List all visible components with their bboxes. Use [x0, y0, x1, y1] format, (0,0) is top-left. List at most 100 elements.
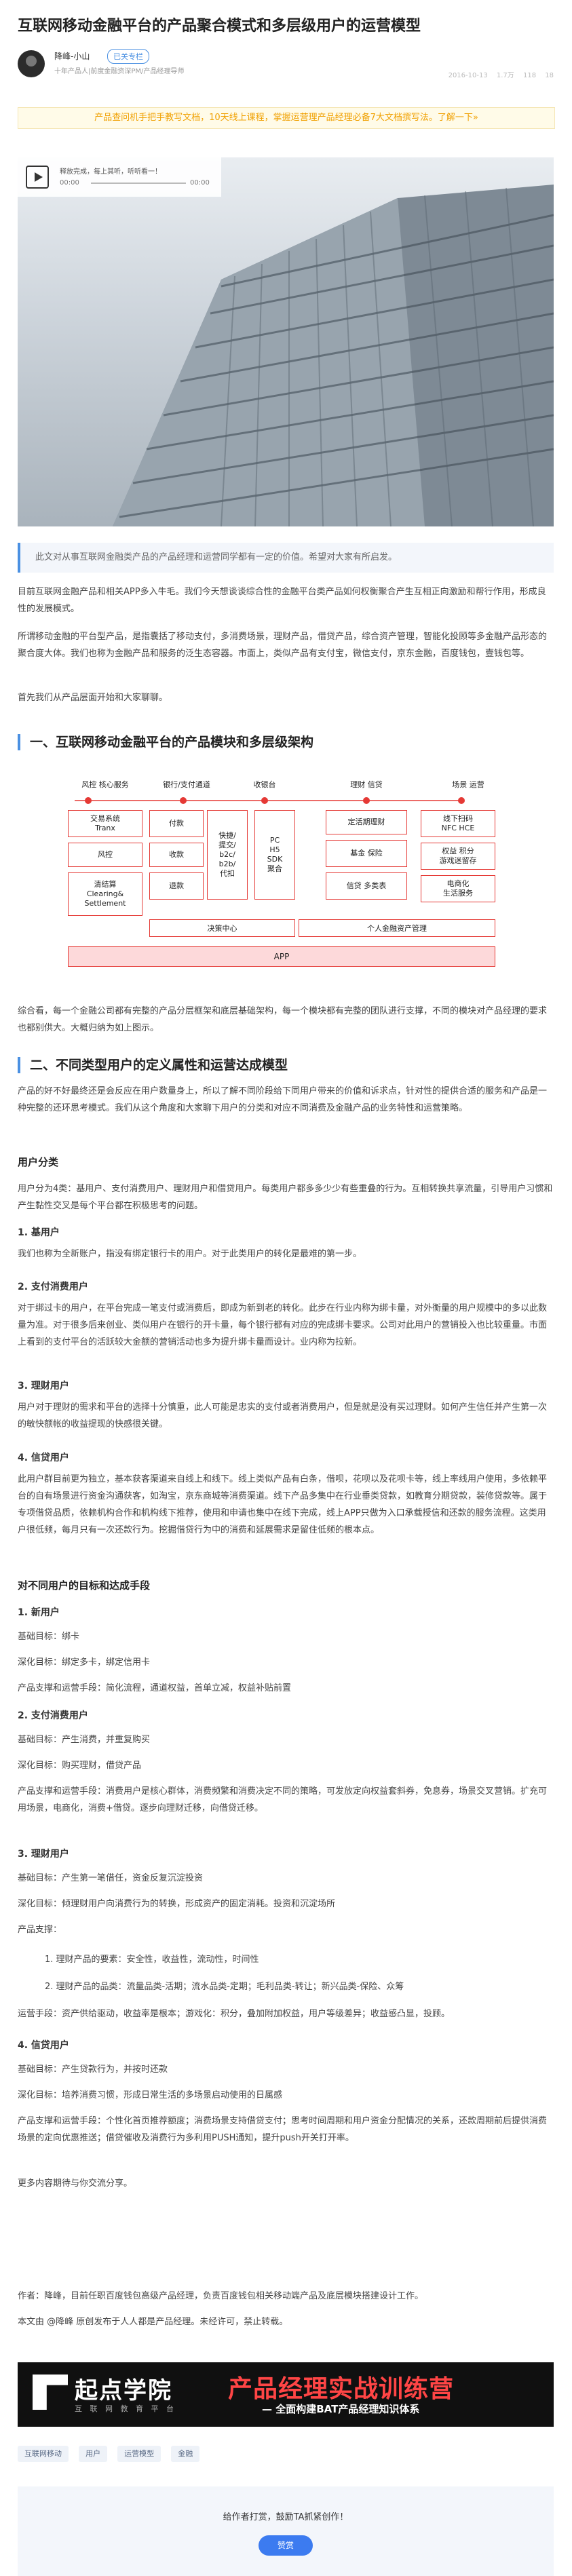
- reward-panel: 给作者打赏，鼓励TA抓紧创作！ 赞赏: [18, 2486, 554, 2576]
- user-type-title: 2. 支付消费用户: [18, 1282, 88, 1292]
- goal-line: 运营手段：资产供给驱动，收益率是根本；游戏化：积分，叠加附加权益，用户等级差异；…: [18, 2009, 451, 2019]
- goal-title: 4. 信贷用户: [18, 2040, 69, 2051]
- diagram-box: 收款: [149, 843, 204, 867]
- article-summary: 此文对从事互联网金融类产品的产品经理和运营同学都有一定的价值。希望对大家有所启发…: [18, 543, 554, 573]
- goal-line: 产品支撑和运营手段：简化流程，通道权益，首单立减，权益补贴前置: [18, 1683, 292, 1693]
- goal-title: 1. 新用户: [18, 1607, 60, 1618]
- diagram-box: 线下扫码 NFC HCE: [421, 810, 495, 837]
- article-meta: 2016-10-13 1.7万 118 18: [442, 69, 554, 79]
- diagram-box: 退款: [149, 872, 204, 900]
- user-type-text: 我们也称为全新账户，指没有绑定银行卡的用户。对于此类用户的转化是最难的第一步。: [18, 1249, 362, 1259]
- section-paragraph: 用户分为4类：基用户、支付消费用户、理财用户和借贷用户。每类用户都多多少少有些重…: [18, 1184, 553, 1211]
- user-type-title: 4. 信贷用户: [18, 1453, 69, 1463]
- section-heading: 一、互联网移动金融平台的产品模块和多层级架构: [18, 734, 554, 750]
- brand-name: 起点学院: [75, 2377, 172, 2404]
- diagram-label: 银行/支付通道: [163, 780, 210, 789]
- avatar[interactable]: [18, 50, 45, 77]
- audio-time-end: 00:00: [190, 179, 210, 187]
- course-notice-banner[interactable]: 产品查问机手把手教写文档，10天线上课程，掌握运营理产品经理必备7大文档撰写法。…: [18, 107, 555, 129]
- section-paragraph: 产品的好不好最终还是会反应在用户数量身上，所以了解不同阶段给下同用户带来的价值和…: [18, 1086, 548, 1113]
- diagram-box: 基金 保险: [326, 840, 407, 867]
- play-icon[interactable]: [26, 166, 49, 189]
- reward-button[interactable]: 赞赏: [259, 2535, 313, 2556]
- reward-text: 给作者打赏，鼓励TA抓紧创作！: [223, 2512, 349, 2522]
- likes-count[interactable]: 118: [523, 72, 536, 79]
- section-paragraph: 综合看，每一个金融公司都有完整的产品分层框架和底层基础架构，每一个模块都有完整的…: [18, 1006, 548, 1033]
- follow-button[interactable]: 已关专栏: [107, 49, 149, 64]
- tag-item[interactable]: 金融: [171, 2446, 200, 2462]
- goal-line: 深化目标：绑定多卡，绑定信用卡: [18, 1657, 151, 1668]
- architecture-diagram: 风控 核心服务 银行/支付通道 收银台 理财 信贷 场景 运营 交易系统 Tra…: [68, 780, 516, 991]
- banner-slogan: 产品经理实战训练营: [228, 2375, 455, 2403]
- audio-time-start: 00:00: [60, 179, 79, 187]
- goal-line: 深化目标：购买理财，借贷产品: [18, 1761, 142, 1771]
- intro-paragraph: 目前互联网金融产品和相关APP多入牛毛。我们今天想谈谈综合性的金融平台类产品如何…: [18, 587, 546, 614]
- diagram-bar: 个人金融资产管理: [299, 919, 495, 937]
- date-label: 2016-10-13: [448, 72, 488, 79]
- goal-line: 产品支撑和运营手段：消费用户是核心群体，消费频繁和消费决定不同的策略，可发放定向…: [18, 1786, 548, 1813]
- diagram-box: 清结算 Clearing& Settlement: [68, 872, 142, 916]
- diagram-box: 权益 积分 游戏迷留存: [421, 843, 495, 870]
- closing-line: 更多内容期待与你交流分享。: [18, 2178, 133, 2189]
- subheading: 对不同用户的目标和达成手段: [18, 1579, 151, 1592]
- goal-line: 产品支撑和运营手段：个性化首页推荐额度；消费场景支持借贷支付；思考时间周期和用户…: [18, 2116, 548, 2143]
- tag-list: 互联网移动 用户 运营模型 金融: [18, 2446, 206, 2463]
- goal-line: 基础目标：产生贷款行为，并按时还款: [18, 2064, 168, 2075]
- intro-paragraph: 所谓移动金融的平台型产品，是指囊括了移动支付，多消费场景，理财产品，借贷产品，综…: [18, 632, 548, 659]
- subheading: 用户分类: [18, 1156, 59, 1168]
- diagram-label: 风控 核心服务: [81, 780, 129, 789]
- brand-logo-icon: [33, 2375, 68, 2410]
- tag-item[interactable]: 运营模型: [117, 2446, 161, 2462]
- goal-line: 基础目标：绑卡: [18, 1632, 80, 1642]
- audio-progress-bar[interactable]: [91, 182, 186, 184]
- diagram-label: 收银台: [253, 780, 276, 789]
- building-illustration: [113, 185, 554, 526]
- user-type-text: 用户对于理财的需求和平台的选择十分慎重，此人可能是忠实的支付或者消费用户，但是就…: [18, 1402, 548, 1429]
- author-description: 十年产品人|前度金融资深PM/产品经理导师: [54, 68, 185, 75]
- tag-item[interactable]: 互联网移动: [18, 2446, 69, 2462]
- user-type-title: 1. 基用户: [18, 1227, 60, 1238]
- goal-list-item: 1. 理财产品的要素：安全性，收益性，流动性，时间性: [45, 1955, 259, 1965]
- diagram-box: 电商化 生活服务: [421, 875, 495, 902]
- goal-list-item: 2. 理财产品的品类：流量品类-活期；流水品类-定期；毛利品类-转让；新兴品类-…: [45, 1982, 404, 1992]
- author-note: 作者：降峰，目前任职百度钱包高级产品经理，负责百度钱包相关移动端产品及底层模块搭…: [18, 2291, 424, 2301]
- copyright-note: 本文由 @降峰 原创发布于人人都是产品经理。未经许可，禁止转载。: [18, 2317, 288, 2327]
- goal-support-label: 产品支撑：: [18, 1925, 62, 1935]
- hero-image: 释放完成，每上其听，听听看一！ 00:00 00:00: [18, 157, 554, 526]
- diagram-box: 付款: [149, 810, 204, 837]
- brand-subtitle: 互 联 网 教 育 平 台: [75, 2404, 176, 2413]
- author-name[interactable]: 降峰-小山: [54, 50, 90, 62]
- diagram-box: 风控: [68, 843, 142, 867]
- banner-slogan-sub: — 全面构建BAT产品经理知识体系: [262, 2403, 420, 2415]
- article-page: 互联网移动金融平台的产品聚合模式和多层级用户的运营模型 降峰-小山 已关专栏 十…: [0, 0, 572, 2576]
- audio-player: 释放完成，每上其听，听听看一！ 00:00 00:00: [18, 157, 221, 197]
- diagram-label: 理财 信贷: [350, 780, 383, 789]
- diagram-app-bar: APP: [68, 946, 495, 967]
- goal-title: 3. 理财用户: [18, 1849, 69, 1860]
- diagram-box: 交易系统 Tranx: [68, 810, 142, 837]
- user-type-text: 此用户群目前更为独立，基本获客渠道来自线上和线下。线上类似产品有白条，借呗，花呗…: [18, 1474, 548, 1535]
- diagram-bar: 决策中心: [149, 919, 295, 937]
- views-count: 1.7万: [496, 72, 514, 79]
- goal-line: 基础目标：产生消费，并重复购买: [18, 1735, 151, 1745]
- diagram-connector-line: [75, 797, 465, 804]
- goal-line: 深化目标：倾理财用户向消费行为的转换，形成资产的固定消耗。投资和沉淀场所: [18, 1899, 336, 1909]
- goal-title: 2. 支付消费用户: [18, 1710, 88, 1721]
- diagram-label: 场景 运营: [452, 780, 484, 789]
- user-type-text: 对于绑过卡的用户，在平台完成一笔支付或消费后，即成为新到老的转化。此步在行业内称…: [18, 1303, 548, 1347]
- diagram-box: 信贷 多类表: [326, 872, 407, 900]
- diagram-box: 定活期理财: [326, 810, 407, 834]
- audio-title: 释放完成，每上其听，听听看一！: [60, 168, 161, 176]
- author-row: 降峰-小山 已关专栏 十年产品人|前度金融资深PM/产品经理导师 2016-10…: [18, 49, 554, 81]
- article-title: 互联网移动金融平台的产品聚合模式和多层级用户的运营模型: [18, 18, 421, 35]
- diagram-box: PC H5 SDK 聚合: [254, 810, 295, 900]
- intro-paragraph: 首先我们从产品层面开始和大家聊聊。: [18, 693, 168, 703]
- user-type-title: 3. 理财用户: [18, 1381, 69, 1391]
- section-heading: 二、不同类型用户的定义属性和运营达成模型: [18, 1057, 554, 1073]
- goal-line: 深化目标：培养消费习惯，形成日常生活的多场景启动使用的日属感: [18, 2090, 283, 2100]
- goal-line: 基础目标：产生第一笔借任，资金反复沉淀投资: [18, 1873, 204, 1883]
- tag-item[interactable]: 用户: [79, 2446, 108, 2462]
- diagram-box: 快捷/ 提交/ b2c/ b2b/ 代扣: [207, 810, 248, 900]
- comments-count[interactable]: 18: [545, 72, 554, 79]
- course-ad-banner[interactable]: 起点学院 互 联 网 教 育 平 台 产品经理实战训练营 — 全面构建BAT产品…: [18, 2362, 554, 2427]
